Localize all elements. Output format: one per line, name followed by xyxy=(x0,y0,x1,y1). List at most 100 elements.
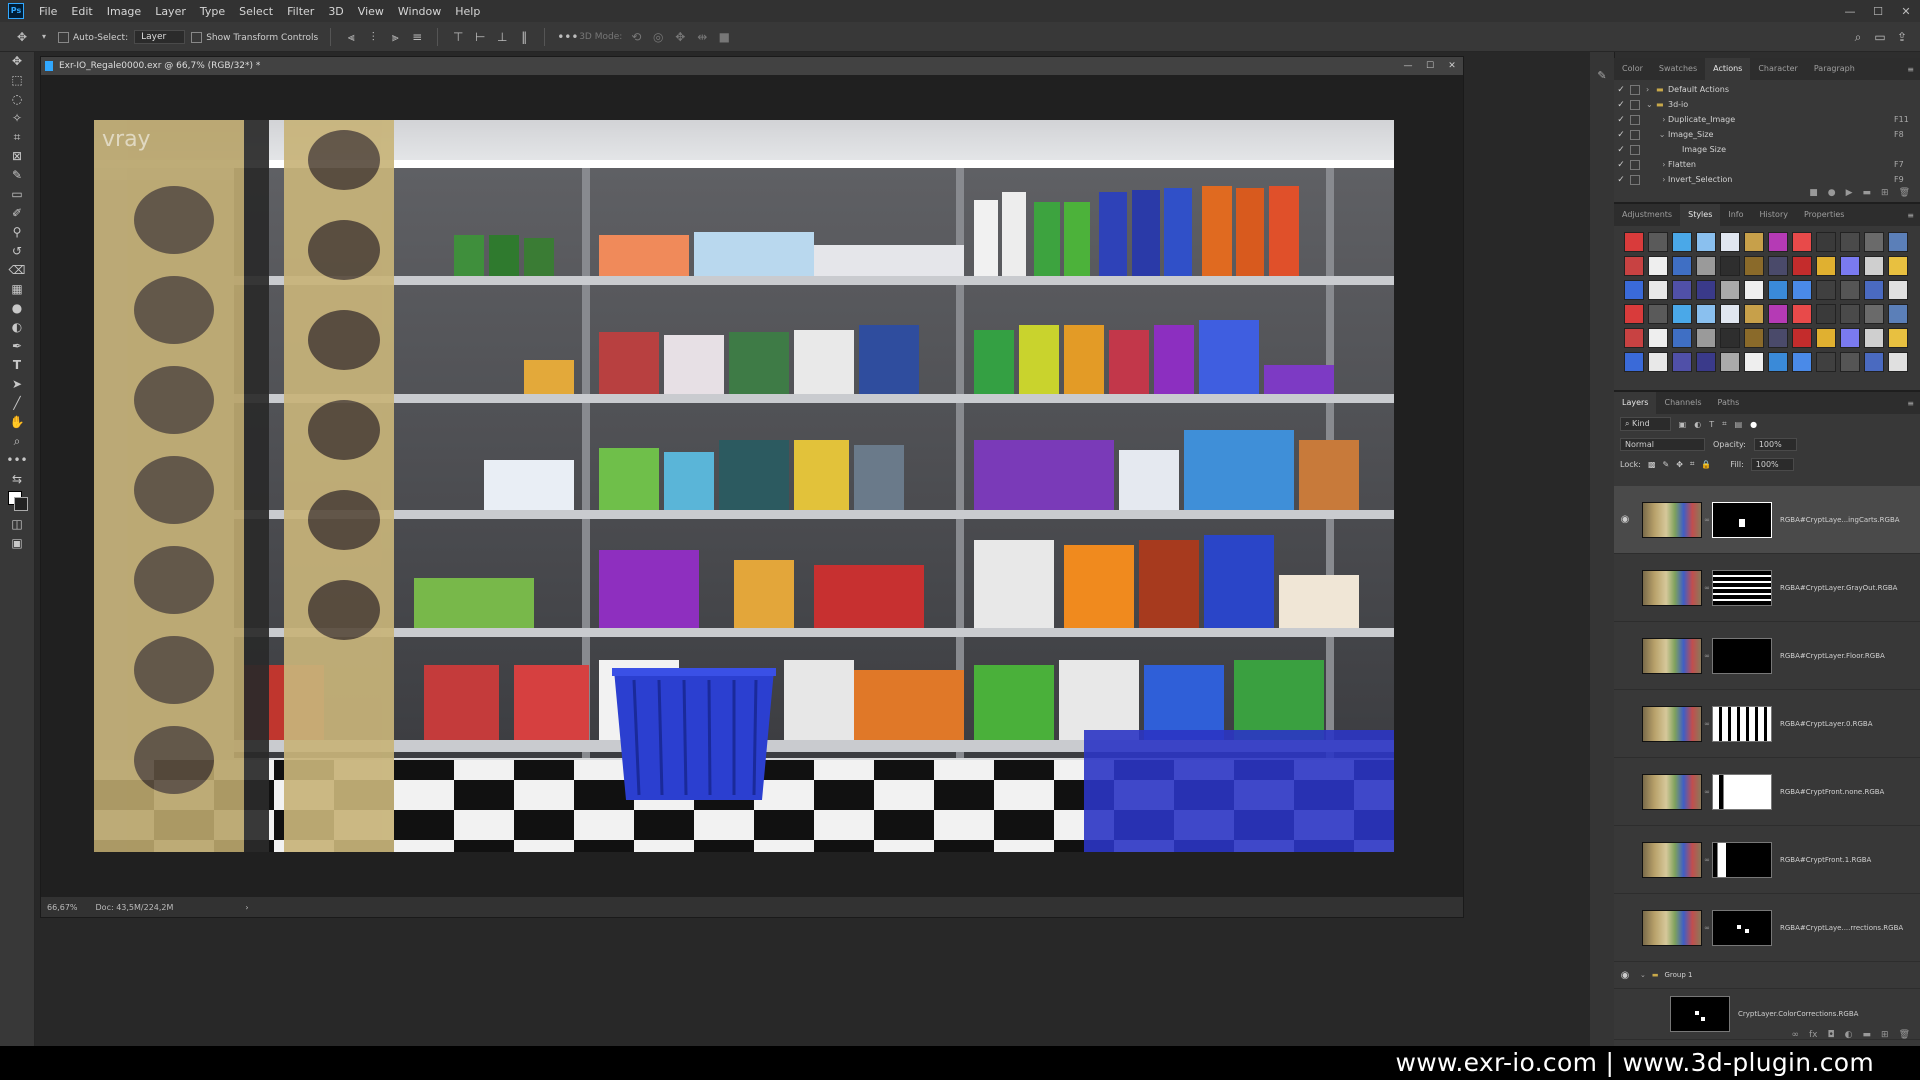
tab-layers[interactable]: Layers xyxy=(1614,392,1657,414)
style-swatch[interactable] xyxy=(1792,304,1812,324)
layer-item[interactable]: ∞ RGBA#CryptLayer.0.RGBA xyxy=(1614,690,1920,758)
filter-type-icon[interactable]: T xyxy=(1709,420,1714,429)
share-icon[interactable]: ⇪ xyxy=(1894,29,1910,45)
action-invert-selection[interactable]: ✓ › Invert_Selection F9 xyxy=(1614,172,1920,187)
style-swatch[interactable] xyxy=(1792,256,1812,276)
style-swatch[interactable] xyxy=(1864,256,1884,276)
align-middle-icon[interactable]: ⊢ xyxy=(472,29,488,45)
style-swatch[interactable] xyxy=(1888,256,1908,276)
menu-type[interactable]: Type xyxy=(193,5,232,18)
filter-kind-dropdown[interactable]: ⌕ Kind xyxy=(1620,417,1671,431)
mask-link-icon[interactable]: ∞ xyxy=(1702,652,1712,660)
layer-mask-thumbnail[interactable] xyxy=(1712,841,1772,878)
layer-mask-thumbnail[interactable] xyxy=(1670,996,1730,1032)
magic-wand-icon[interactable]: ✧ xyxy=(0,109,34,128)
lock-all-icon[interactable]: 🔒 xyxy=(1701,460,1711,469)
layer-group[interactable]: ◉ ⌄ ▬ Group 1 xyxy=(1614,962,1920,989)
layer-mask-thumbnail[interactable] xyxy=(1712,909,1772,946)
filter-smart-icon[interactable]: ▤ xyxy=(1735,420,1743,429)
blur-tool-icon[interactable]: ● xyxy=(0,299,34,318)
style-swatch[interactable] xyxy=(1744,352,1764,372)
auto-select-dropdown[interactable]: Layer xyxy=(134,29,186,44)
style-swatch[interactable] xyxy=(1648,352,1668,372)
style-swatch[interactable] xyxy=(1888,304,1908,324)
style-swatch[interactable] xyxy=(1696,328,1716,348)
move-tool-icon[interactable]: ✥ xyxy=(0,52,34,71)
style-swatch[interactable] xyxy=(1624,256,1644,276)
tab-actions[interactable]: Actions xyxy=(1705,58,1751,80)
align-bottom-icon[interactable]: ⊥ xyxy=(494,29,510,45)
eyedropper-icon[interactable]: ✎ xyxy=(0,166,34,185)
tab-info[interactable]: Info xyxy=(1720,204,1751,226)
style-swatch[interactable] xyxy=(1744,304,1764,324)
layer-name[interactable]: RGBA#CryptLayer.GrayOut.RGBA xyxy=(1780,584,1897,592)
style-swatch[interactable] xyxy=(1768,304,1788,324)
style-swatch[interactable] xyxy=(1672,304,1692,324)
style-swatch[interactable] xyxy=(1768,280,1788,300)
style-swatch[interactable] xyxy=(1624,232,1644,252)
style-swatch[interactable] xyxy=(1864,232,1884,252)
style-swatch[interactable] xyxy=(1720,328,1740,348)
style-swatch[interactable] xyxy=(1744,256,1764,276)
style-swatch[interactable] xyxy=(1888,280,1908,300)
style-swatch[interactable] xyxy=(1888,328,1908,348)
style-swatch[interactable] xyxy=(1840,256,1860,276)
layer-item[interactable]: ∞ RGBA#CryptLayer.GrayOut.RGBA xyxy=(1614,554,1920,622)
zoom-level[interactable]: 66,67% xyxy=(47,903,78,912)
healing-brush-icon[interactable]: ▭ xyxy=(0,185,34,204)
menu-filter[interactable]: Filter xyxy=(280,5,321,18)
layer-name[interactable]: RGBA#CryptFront.1.RGBA xyxy=(1780,856,1871,864)
tab-paragraph[interactable]: Paragraph xyxy=(1806,58,1863,80)
menu-image[interactable]: Image xyxy=(100,5,148,18)
lock-pixels-icon[interactable]: ✎ xyxy=(1663,460,1670,469)
style-swatch[interactable] xyxy=(1672,352,1692,372)
show-transform-checkbox[interactable]: Show Transform Controls xyxy=(191,30,318,43)
menu-file[interactable]: File xyxy=(32,5,64,18)
align-left-icon[interactable]: ⫷ xyxy=(343,29,359,45)
tab-swatches[interactable]: Swatches xyxy=(1651,58,1705,80)
doc-maximize-button[interactable]: ☐ xyxy=(1419,61,1441,71)
filter-pixel-icon[interactable]: ▣ xyxy=(1679,420,1687,429)
style-swatch[interactable] xyxy=(1672,328,1692,348)
doc-minimize-button[interactable]: — xyxy=(1397,61,1419,71)
canvas-image[interactable]: vray xyxy=(94,120,1394,852)
dodge-tool-icon[interactable]: ◐ xyxy=(0,318,34,337)
brush-tool-icon[interactable]: ✐ xyxy=(0,204,34,223)
auto-select-checkbox[interactable]: Auto-Select: xyxy=(58,30,128,43)
document-tab[interactable]: Exr-IO_Regale0000.exr @ 66,7% (RGB/32*) … xyxy=(41,57,1463,75)
swap-colors-icon[interactable]: ⇆ xyxy=(0,470,34,489)
style-swatch[interactable] xyxy=(1720,256,1740,276)
blend-mode-dropdown[interactable]: Normal xyxy=(1620,437,1705,451)
action-set-3dio[interactable]: ✓ ⌄ ▬ 3d-io xyxy=(1614,97,1920,112)
layer-mask-thumbnail[interactable] xyxy=(1712,501,1772,538)
chevron-right-icon[interactable]: › xyxy=(245,903,248,912)
path-selection-icon[interactable]: ➤ xyxy=(0,375,34,394)
layer-mask-thumbnail[interactable] xyxy=(1712,773,1772,810)
style-swatch[interactable] xyxy=(1792,352,1812,372)
style-swatch[interactable] xyxy=(1672,256,1692,276)
trash-icon[interactable]: 🗑 xyxy=(1899,188,1910,198)
gradient-icon[interactable]: ▦ xyxy=(0,280,34,299)
style-swatch[interactable] xyxy=(1672,280,1692,300)
style-swatch[interactable] xyxy=(1888,352,1908,372)
style-swatch[interactable] xyxy=(1624,328,1644,348)
mask-link-icon[interactable]: ∞ xyxy=(1702,924,1712,932)
style-swatch[interactable] xyxy=(1672,232,1692,252)
style-swatch[interactable] xyxy=(1624,280,1644,300)
style-swatch[interactable] xyxy=(1840,232,1860,252)
style-swatch[interactable] xyxy=(1816,328,1836,348)
layer-item[interactable]: ∞ RGBA#CryptFront.1.RGBA xyxy=(1614,826,1920,894)
lock-transparent-icon[interactable]: ▩ xyxy=(1648,460,1656,469)
menu-3d[interactable]: 3D xyxy=(321,5,350,18)
layer-name[interactable]: RGBA#CryptFront.none.RGBA xyxy=(1780,788,1884,796)
style-swatch[interactable] xyxy=(1624,352,1644,372)
tab-history[interactable]: History xyxy=(1752,204,1796,226)
filter-toggle-icon[interactable]: ● xyxy=(1750,420,1757,429)
style-swatch[interactable] xyxy=(1744,232,1764,252)
add-mask-icon[interactable]: ◘ xyxy=(1828,1030,1835,1040)
style-swatch[interactable] xyxy=(1720,352,1740,372)
style-swatch[interactable] xyxy=(1864,304,1884,324)
screen-mode-icon[interactable]: ▣ xyxy=(0,534,34,553)
lock-position-icon[interactable]: ✥ xyxy=(1676,460,1683,469)
more-tools-icon[interactable]: ••• xyxy=(0,451,34,470)
